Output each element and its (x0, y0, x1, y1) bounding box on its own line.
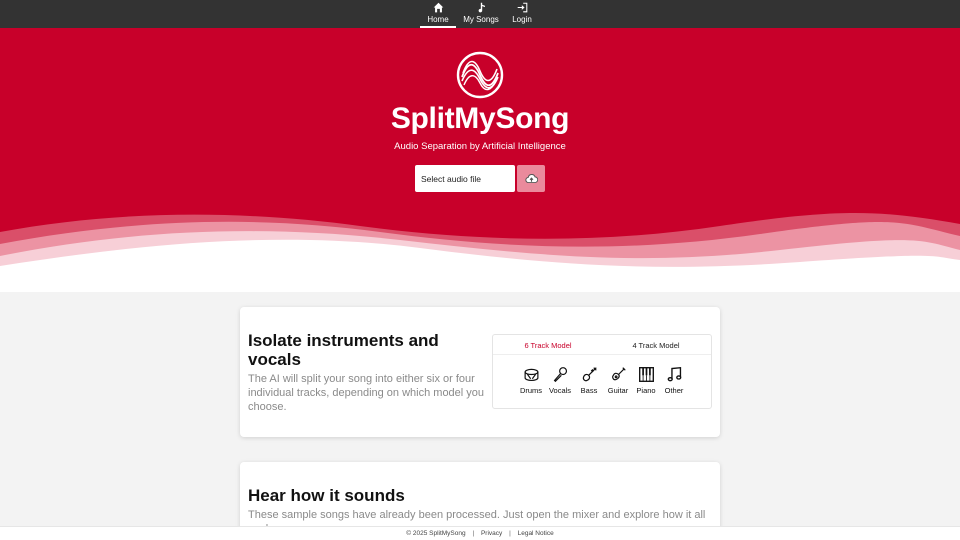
nav-item-label: Home (427, 15, 449, 24)
music-note-icon (478, 2, 485, 13)
footer-separator: | (509, 530, 511, 537)
instrument-drums: Drums (516, 366, 546, 395)
footer: © 2025 SplitMySong | Privacy | Legal Not… (0, 526, 960, 540)
home-icon (433, 2, 443, 13)
piano-icon (638, 367, 654, 382)
login-icon (517, 2, 527, 13)
footer-separator: | (472, 530, 475, 537)
nav-item-home[interactable]: Home (420, 0, 456, 28)
nav-item-login[interactable]: Login (508, 0, 536, 28)
legal-notice-link[interactable]: Legal Notice (518, 530, 554, 537)
instrument-other: Other (659, 366, 689, 395)
nav-item-label: My Songs (463, 15, 499, 24)
microphone-icon (553, 367, 567, 383)
instrument-guitar: Guitar (603, 366, 633, 395)
bass-icon (582, 367, 597, 382)
isolate-instruments-card: Isolate instruments and vocals The AI wi… (240, 307, 720, 437)
tab-4-track-model[interactable]: 4 Track Model (629, 335, 683, 354)
section-description: The AI will split your song into either … (248, 373, 485, 413)
tab-divider (493, 354, 711, 355)
top-navigation-bar: Home My Songs Login (0, 0, 960, 28)
sound-wave-logo-icon (456, 51, 504, 99)
instrument-bass: Bass (574, 366, 604, 395)
guitar-icon (611, 367, 626, 381)
upload-button[interactable] (517, 165, 545, 192)
site-subtitle: Audio Separation by Artificial Intellige… (394, 141, 566, 152)
instrument-piano: Piano (631, 366, 661, 395)
cloud-upload-icon (524, 174, 538, 184)
section-heading: Hear how it sounds (248, 486, 405, 505)
music-icon (667, 366, 681, 382)
hero-section: SplitMySong Audio Separation by Artifici… (0, 28, 960, 292)
site-title: SplitMySong (390, 102, 570, 135)
nav-item-label: Login (512, 15, 532, 24)
instrument-vocals: Vocals (545, 366, 575, 395)
select-audio-file-input[interactable]: Select audio file (415, 165, 515, 192)
wave-decoration (0, 213, 960, 292)
nav-item-my-songs[interactable]: My Songs (461, 0, 501, 28)
model-selector: 6 Track Model 4 Track Model Drums Vocals… (492, 334, 712, 409)
tab-6-track-model[interactable]: 6 Track Model (524, 335, 572, 355)
privacy-link[interactable]: Privacy (481, 530, 502, 537)
section-heading: Isolate instruments and vocals (248, 331, 439, 369)
drum-icon (524, 368, 538, 382)
copyright-text: © 2025 SplitMySong (406, 530, 466, 537)
